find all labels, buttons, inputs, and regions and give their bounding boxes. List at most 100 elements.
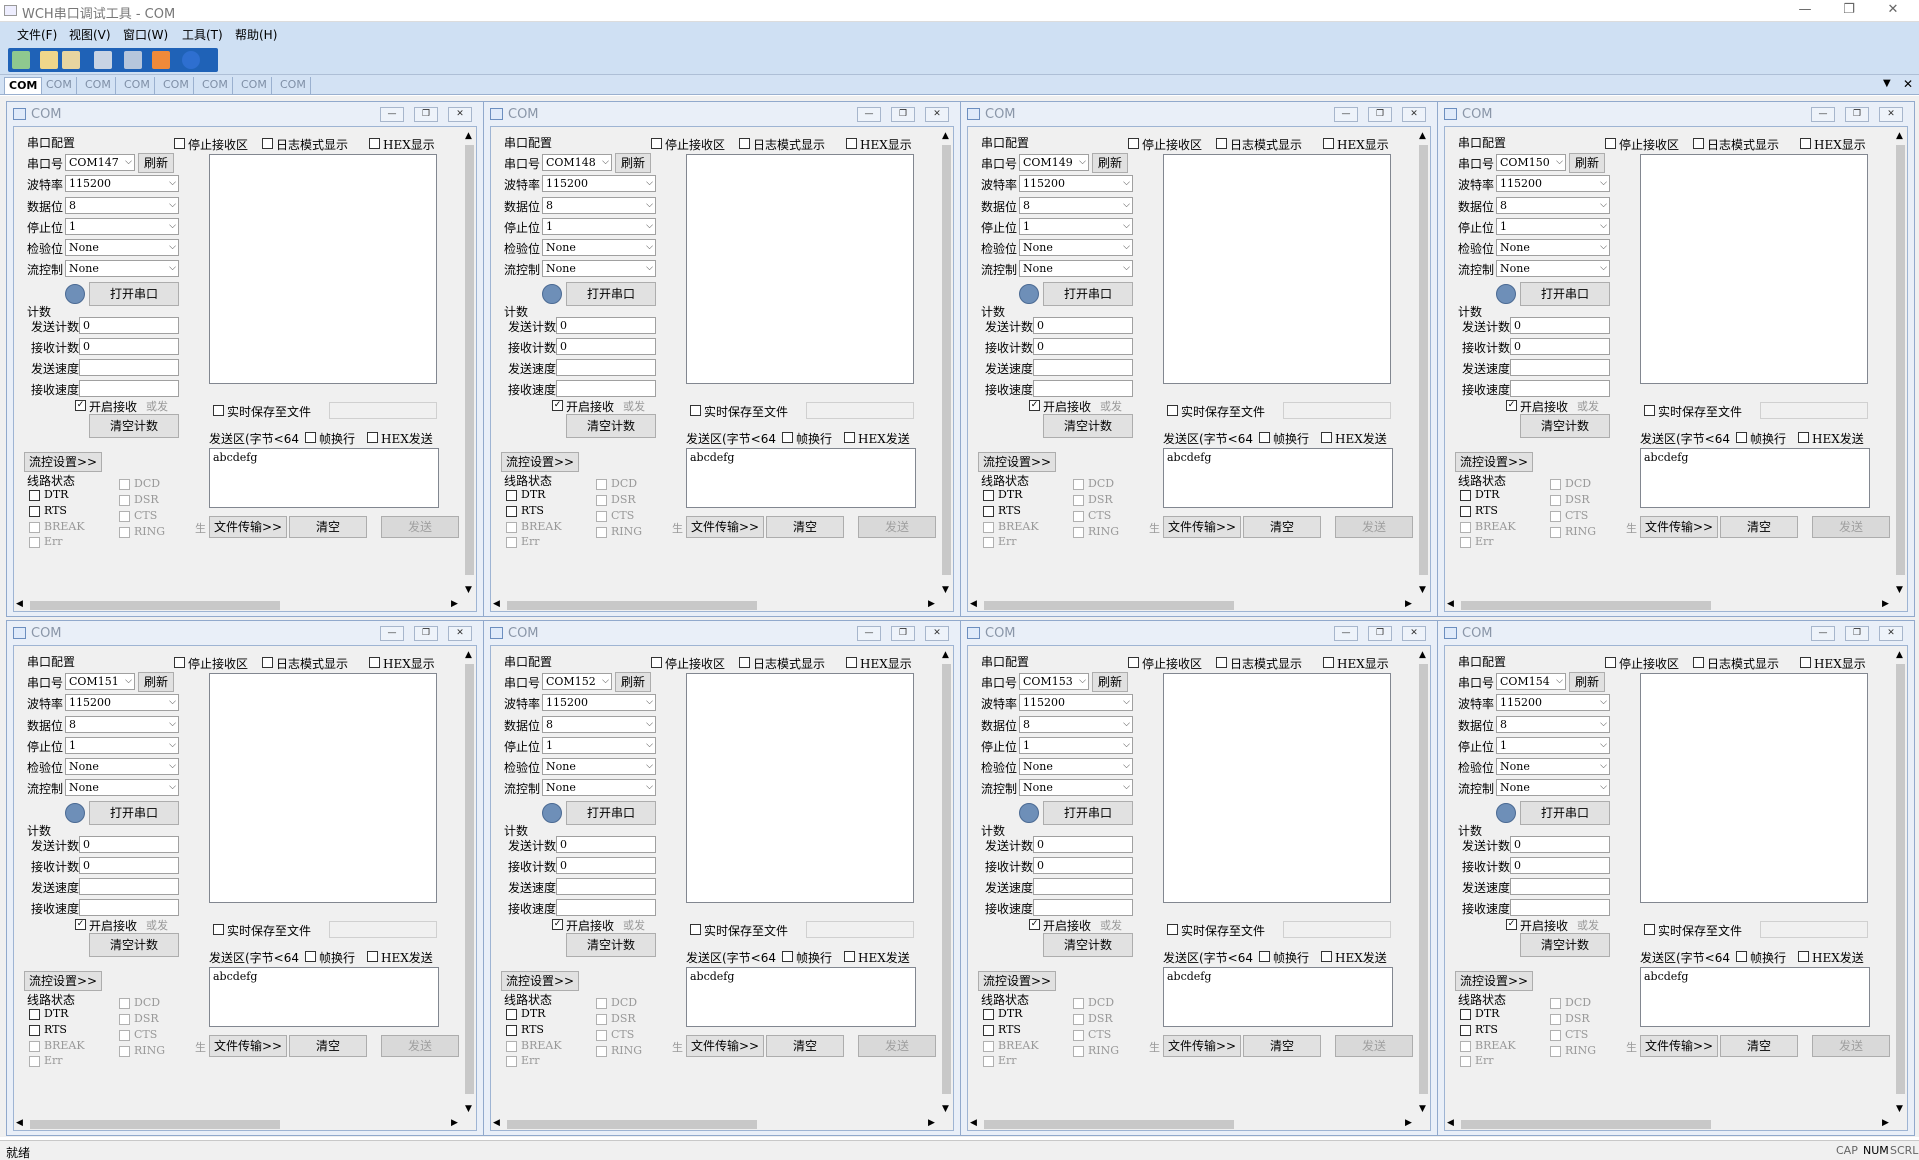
tab-com-8[interactable]: COM (276, 77, 311, 94)
flow-settings-button[interactable]: 流控设置>> (24, 971, 102, 991)
vertical-scrollbar[interactable]: ▲ ▼ (1417, 127, 1430, 599)
window-minimize-button[interactable]: — (857, 626, 881, 641)
port-select[interactable]: COM150 ⌵ (1496, 154, 1566, 171)
save-path-field[interactable] (1283, 402, 1391, 419)
open-port-button[interactable]: 打开串口 (89, 801, 179, 825)
window-close-button[interactable]: ✕ (1402, 107, 1426, 122)
window-close-button[interactable]: ✕ (1402, 626, 1426, 641)
parity-select[interactable]: None ⌵ (65, 758, 179, 775)
frame-newline-checkbox[interactable] (1259, 951, 1270, 962)
scroll-thumb[interactable] (30, 1120, 280, 1129)
recv-count-field[interactable]: 0 (79, 857, 179, 874)
scroll-left-icon[interactable]: ◀ (1447, 599, 1454, 609)
send-speed-field[interactable] (1033, 359, 1133, 376)
rts-checkbox[interactable] (1460, 1025, 1471, 1036)
clear-button[interactable]: 清空 (289, 1035, 367, 1057)
save-path-field[interactable] (1283, 921, 1391, 938)
frame-newline-checkbox[interactable] (782, 951, 793, 962)
stop-recv-checkbox[interactable] (174, 138, 185, 149)
parity-select[interactable]: None ⌵ (1496, 758, 1610, 775)
save-to-file-checkbox[interactable] (1167, 405, 1178, 416)
stopbits-select[interactable]: 1 ⌵ (65, 737, 179, 754)
clear-count-button[interactable]: 清空计数 (566, 414, 656, 438)
baud-select[interactable]: 115200 ⌵ (542, 694, 656, 711)
scroll-right-icon[interactable]: ▶ (451, 1118, 458, 1128)
send-button[interactable]: 发送 (1335, 516, 1413, 538)
help-icon[interactable] (182, 51, 200, 69)
clear-count-button[interactable]: 清空计数 (1520, 414, 1610, 438)
enable-recv-checkbox[interactable]: ✓ (75, 400, 86, 411)
recv-count-field[interactable]: 0 (1033, 338, 1133, 355)
break-checkbox[interactable] (1460, 1041, 1471, 1052)
open-port-button[interactable]: 打开串口 (1520, 801, 1610, 825)
stopbits-select[interactable]: 1 ⌵ (1496, 737, 1610, 754)
scroll-down-icon[interactable]: ▼ (1419, 1104, 1426, 1114)
stop-recv-checkbox[interactable] (651, 138, 662, 149)
send-count-field[interactable]: 0 (79, 317, 179, 334)
log-mode-checkbox[interactable] (739, 138, 750, 149)
scroll-thumb[interactable] (942, 145, 951, 575)
scroll-right-icon[interactable]: ▶ (1405, 599, 1412, 609)
flow-settings-button[interactable]: 流控设置>> (1455, 452, 1533, 472)
calculator-icon[interactable] (94, 51, 112, 69)
recv-count-field[interactable]: 0 (1510, 857, 1610, 874)
save-to-file-checkbox[interactable] (213, 924, 224, 935)
tab-com-3[interactable]: COM (81, 77, 116, 94)
window-close-button[interactable]: ✕ (448, 626, 472, 641)
save-path-field[interactable] (806, 921, 914, 938)
scroll-up-icon[interactable]: ▲ (1419, 131, 1426, 141)
scroll-left-icon[interactable]: ◀ (16, 1118, 23, 1128)
hex-send-checkbox[interactable] (1798, 951, 1809, 962)
log-mode-checkbox[interactable] (1216, 657, 1227, 668)
send-count-field[interactable]: 0 (556, 317, 656, 334)
file-transfer-button[interactable]: 文件传输>> (686, 1035, 764, 1057)
scroll-left-icon[interactable]: ◀ (970, 599, 977, 609)
databits-select[interactable]: 8 ⌵ (65, 197, 179, 214)
send-text-area[interactable]: abcdefg (1163, 448, 1393, 508)
horizontal-scrollbar[interactable]: ◀ ▶ (491, 599, 940, 611)
frame-newline-checkbox[interactable] (1736, 432, 1747, 443)
send-speed-field[interactable] (79, 878, 179, 895)
refresh-button[interactable]: 刷新 (1092, 672, 1128, 692)
clear-count-button[interactable]: 清空计数 (1520, 933, 1610, 957)
rts-checkbox[interactable] (29, 1025, 40, 1036)
flow-settings-button[interactable]: 流控设置>> (24, 452, 102, 472)
databits-select[interactable]: 8 ⌵ (65, 716, 179, 733)
recv-speed-field[interactable] (1510, 899, 1610, 916)
refresh-button[interactable]: 刷新 (1569, 153, 1605, 173)
vertical-scrollbar[interactable]: ▲ ▼ (940, 646, 953, 1118)
save-to-file-checkbox[interactable] (690, 405, 701, 416)
port-select[interactable]: COM148 ⌵ (542, 154, 612, 171)
tile-horizontal-icon[interactable] (40, 51, 58, 69)
baud-select[interactable]: 115200 ⌵ (542, 175, 656, 192)
databits-select[interactable]: 8 ⌵ (542, 716, 656, 733)
scroll-left-icon[interactable]: ◀ (16, 599, 23, 609)
file-transfer-button[interactable]: 文件传输>> (1163, 1035, 1241, 1057)
scroll-down-icon[interactable]: ▼ (465, 1104, 472, 1114)
hex-display-checkbox[interactable] (846, 657, 857, 668)
tab-com-5[interactable]: COM (159, 77, 194, 94)
baud-select[interactable]: 115200 ⌵ (1019, 175, 1133, 192)
rts-checkbox[interactable] (29, 506, 40, 517)
vertical-scrollbar[interactable]: ▲ ▼ (463, 127, 476, 599)
scroll-right-icon[interactable]: ▶ (928, 599, 935, 609)
window-minimize-button[interactable]: — (1811, 107, 1835, 122)
window-close-button[interactable]: ✕ (448, 107, 472, 122)
databits-select[interactable]: 8 ⌵ (1019, 716, 1133, 733)
vertical-scrollbar[interactable]: ▲ ▼ (463, 646, 476, 1118)
device-icon[interactable] (124, 51, 142, 69)
scroll-left-icon[interactable]: ◀ (493, 599, 500, 609)
send-speed-field[interactable] (556, 359, 656, 376)
scroll-thumb[interactable] (1419, 145, 1428, 575)
file-transfer-button[interactable]: 文件传输>> (1640, 516, 1718, 538)
window-minimize-button[interactable]: — (1334, 626, 1358, 641)
log-mode-checkbox[interactable] (739, 657, 750, 668)
menu-help[interactable]: 帮助(H) (235, 26, 277, 43)
clear-button[interactable]: 清空 (1243, 1035, 1321, 1057)
open-port-button[interactable]: 打开串口 (89, 282, 179, 306)
receive-area[interactable] (1163, 673, 1391, 903)
break-checkbox[interactable] (1460, 522, 1471, 533)
scroll-down-icon[interactable]: ▼ (942, 585, 949, 595)
rts-checkbox[interactable] (1460, 506, 1471, 517)
stopbits-select[interactable]: 1 ⌵ (542, 218, 656, 235)
